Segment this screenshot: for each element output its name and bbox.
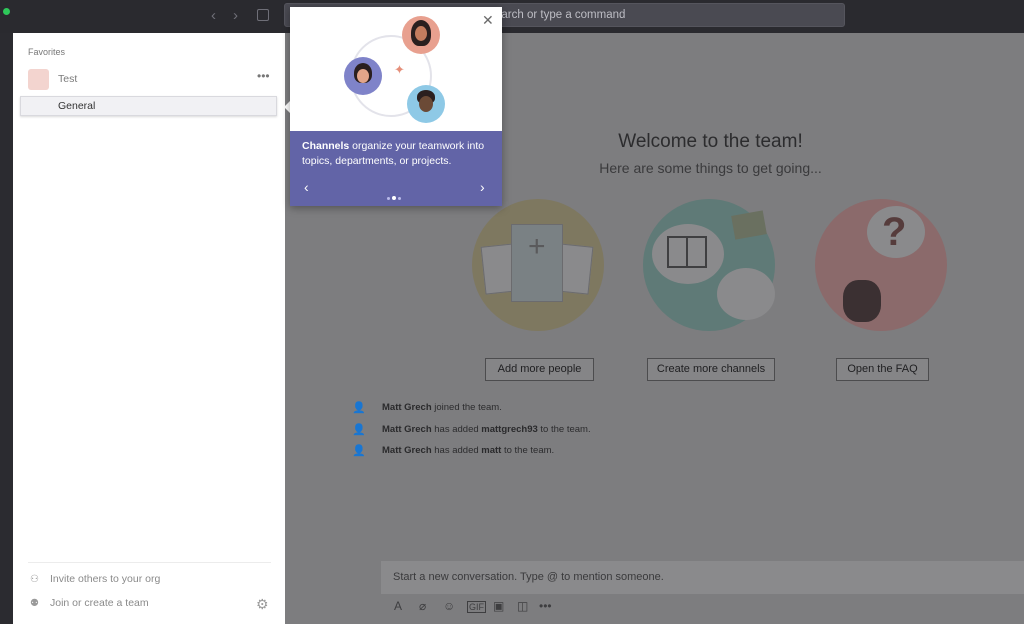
activity-suffix: to the team. xyxy=(537,424,591,435)
person-added-icon: 👤 xyxy=(352,424,366,436)
page-dot[interactable] xyxy=(398,197,401,200)
chevron-right-icon[interactable]: › xyxy=(233,8,238,23)
meet-icon[interactable]: ◫ xyxy=(517,599,528,613)
page-dot-active[interactable] xyxy=(392,196,396,200)
activity-text: has added xyxy=(431,424,482,435)
emoji-icon[interactable]: ☺ xyxy=(443,599,455,613)
activity-actor[interactable]: Matt Grech xyxy=(382,402,432,413)
person-added-icon: 👤 xyxy=(352,402,366,414)
more-icon[interactable]: ••• xyxy=(539,599,552,613)
chevron-left-icon[interactable]: ‹ xyxy=(304,179,309,195)
command-bar-placeholder: earch or type a command xyxy=(495,9,626,21)
title-bar: ‹ › earch or type a command xyxy=(0,0,1024,33)
new-conversation-placeholder: Start a new conversation. Type @ to ment… xyxy=(393,571,664,583)
add-more-people-button[interactable]: Add more people xyxy=(485,358,594,381)
lightbulb-icon: ✦ xyxy=(394,62,405,77)
gear-icon[interactable]: ⚙ xyxy=(256,596,269,613)
invite-icon: ⚇ xyxy=(30,574,39,585)
chevron-right-icon[interactable]: › xyxy=(480,179,485,195)
bubble-illustration xyxy=(717,268,775,320)
person-avatar-illustration xyxy=(402,16,440,54)
sticker-icon[interactable]: ▣ xyxy=(493,599,504,613)
chevron-left-icon[interactable]: ‹ xyxy=(211,8,216,23)
join-team-icon: ⚉ xyxy=(30,598,39,609)
popover-body: Channels organize your teamwork into top… xyxy=(290,131,502,206)
plus-icon: + xyxy=(528,230,546,263)
person-avatar-illustration xyxy=(407,85,445,123)
favorites-label: Favorites xyxy=(28,47,66,57)
activity-text: joined the team. xyxy=(431,402,502,413)
open-faq-button[interactable]: Open the FAQ xyxy=(836,358,929,381)
sidebar-divider xyxy=(28,562,271,563)
compose-icon[interactable] xyxy=(257,9,269,21)
popover-message: Channels organize your teamwork into top… xyxy=(302,139,498,169)
join-label: Join or create a team xyxy=(50,597,149,609)
activity-actor[interactable]: Matt Grech xyxy=(382,424,432,435)
gif-icon[interactable]: GIF xyxy=(467,601,486,613)
channels-tip-popover: ✕ ✦ Channels organize your teamwork into… xyxy=(290,7,502,206)
pagination-dots xyxy=(387,187,403,205)
team-avatar[interactable] xyxy=(28,69,49,90)
attach-icon[interactable]: ⌀ xyxy=(419,599,426,613)
book-divider xyxy=(686,236,688,268)
create-more-channels-button[interactable]: Create more channels xyxy=(647,358,775,381)
new-conversation-box[interactable]: Start a new conversation. Type @ to ment… xyxy=(381,561,1024,594)
person-added-icon: 👤 xyxy=(352,445,366,457)
popover-highlight: Channels xyxy=(302,140,350,152)
channel-general[interactable]: General xyxy=(20,96,277,116)
join-create-team-link[interactable]: ⚉ Join or create a team xyxy=(30,597,149,609)
teams-sidebar: Favorites Test ••• General ⚇ Invite other… xyxy=(13,33,285,624)
activity-object[interactable]: matt xyxy=(481,445,501,456)
activity-object[interactable]: mattgrech93 xyxy=(481,424,538,435)
question-mark-icon: ? xyxy=(882,210,907,254)
person-avatar-illustration xyxy=(344,57,382,95)
format-icon[interactable]: A xyxy=(394,599,402,613)
activity-suffix: to the team. xyxy=(501,445,555,456)
team-more-icon[interactable]: ••• xyxy=(257,69,270,83)
invite-label: Invite others to your org xyxy=(50,573,161,585)
activity-actor[interactable]: Matt Grech xyxy=(382,445,432,456)
person-illustration xyxy=(843,280,881,322)
team-name[interactable]: Test xyxy=(58,73,77,85)
close-icon[interactable]: ✕ xyxy=(482,12,494,29)
invite-others-link[interactable]: ⚇ Invite others to your org xyxy=(30,573,160,585)
page-dot[interactable] xyxy=(387,197,390,200)
activity-text: has added xyxy=(431,445,482,456)
channel-name: General xyxy=(58,100,96,112)
window-close-dot[interactable] xyxy=(3,8,10,15)
